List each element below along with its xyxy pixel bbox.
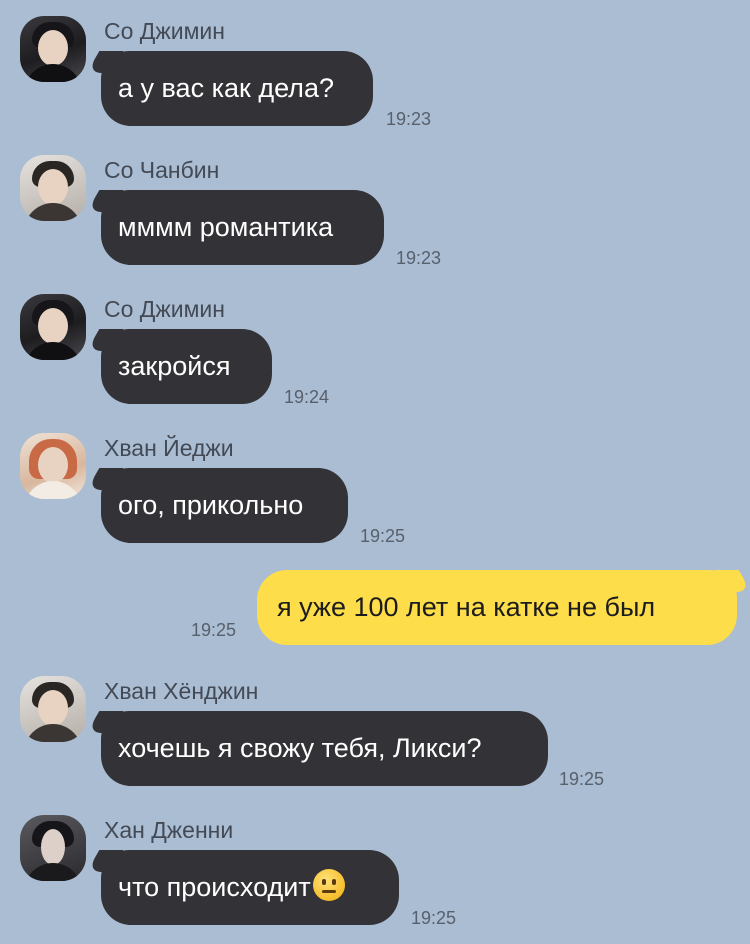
message-bubble[interactable]: закройся [101, 329, 272, 404]
avatar[interactable] [20, 16, 86, 82]
sender-name: Со Джимин [104, 296, 225, 322]
message-bubble[interactable]: а у вас как дела? [101, 51, 373, 126]
message-text: что происходит [118, 872, 311, 902]
message-bubble[interactable]: что происходит [101, 850, 399, 925]
avatar[interactable] [20, 294, 86, 360]
sender-name: Хан Дженни [104, 817, 234, 843]
avatar[interactable] [20, 676, 86, 742]
message-bubble[interactable]: ого, прикольно [101, 468, 348, 543]
message-time: 19:25 [191, 620, 237, 640]
outgoing-message-bubble[interactable]: я уже 100 лет на катке не был [257, 570, 737, 645]
message-time: 19:25 [559, 769, 605, 789]
avatar[interactable] [20, 815, 86, 881]
message-time: 19:24 [284, 387, 330, 407]
message-time: 19:25 [411, 908, 457, 928]
avatar[interactable] [20, 433, 86, 499]
avatar[interactable] [20, 155, 86, 221]
neutral-face-emoji [312, 869, 345, 901]
message-time: 19:23 [396, 248, 442, 268]
message-bubble[interactable]: мммм романтика [101, 190, 384, 265]
message-bubble[interactable]: хочешь я свожу тебя, Ликси? [101, 711, 548, 786]
sender-name: Со Джимин [104, 18, 225, 44]
message-time: 19:23 [386, 109, 432, 129]
message-time: 19:25 [360, 526, 406, 546]
sender-name: Хван Йеджи [104, 435, 234, 461]
sender-name: Со Чанбин [104, 157, 220, 183]
sender-name: Хван Хёнджин [104, 678, 259, 704]
